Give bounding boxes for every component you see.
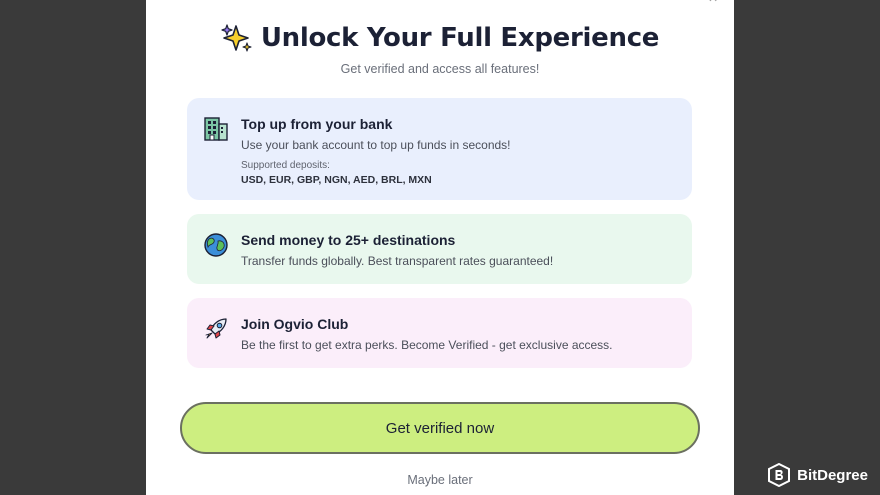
rocket-icon	[205, 318, 227, 339]
card-description: Transfer funds globally. Best transparen…	[241, 254, 554, 268]
card-description: Use your bank account to top up funds in…	[241, 138, 511, 152]
verification-modal: × Unlock Your Full Experience Get verifi…	[146, 0, 734, 495]
bitdegree-watermark: BitDegree	[767, 462, 868, 488]
feature-card-club: Join Ogvio Club Be the first to get extr…	[187, 298, 692, 368]
card-description: Be the first to get extra perks. Become …	[241, 338, 613, 352]
close-button[interactable]: ×	[706, 0, 720, 7]
feature-card-bank: Top up from your bank Use your bank acco…	[187, 98, 692, 200]
modal-subtitle: Get verified and access all features!	[340, 62, 540, 76]
bitdegree-logo-icon	[768, 463, 791, 487]
card-title: Join Ogvio Club	[241, 316, 349, 332]
modal-title: Unlock Your Full Experience	[260, 23, 660, 53]
bitdegree-wordmark: BitDegree	[797, 466, 868, 484]
globe-icon	[204, 233, 228, 257]
card-title: Send money to 25+ destinations	[241, 232, 456, 248]
supported-deposits-label: Supported deposits:	[241, 160, 330, 171]
feature-card-send-money: Send money to 25+ destinations Transfer …	[187, 214, 692, 284]
supported-currencies: USD, EUR, GBP, NGN, AED, BRL, MXN	[241, 174, 432, 186]
sparkles-icon	[221, 24, 252, 52]
maybe-later-link[interactable]: Maybe later	[146, 473, 734, 487]
modal-header: Unlock Your Full Experience	[146, 20, 734, 56]
get-verified-button[interactable]: Get verified now	[180, 402, 700, 454]
card-title: Top up from your bank	[241, 116, 393, 132]
bank-building-icon	[204, 117, 228, 141]
